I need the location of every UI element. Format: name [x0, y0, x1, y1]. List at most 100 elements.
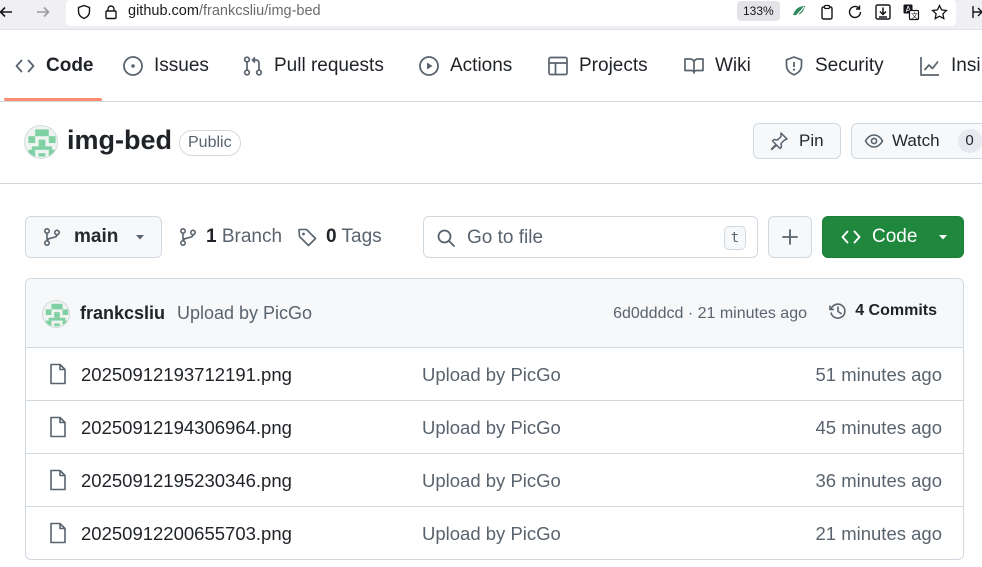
selected-tab-underline: [4, 98, 102, 101]
commit-author[interactable]: frankcsliu: [80, 303, 165, 324]
go-to-file-input[interactable]: Go to file t: [423, 216, 758, 258]
search-icon: [437, 229, 455, 247]
plus-icon: [782, 229, 798, 245]
tab-label: Projects: [579, 55, 648, 76]
add-file-button[interactable]: [768, 216, 812, 258]
code-icon: [15, 59, 35, 73]
file-name[interactable]: 20250912195230346.png: [81, 470, 292, 492]
file-age: 45 minutes ago: [815, 417, 942, 438]
file-icon: [50, 469, 66, 491]
play-icon: [419, 56, 439, 76]
file-commit-message[interactable]: Upload by PicGo: [422, 523, 561, 545]
branch-label: Branch: [221, 226, 283, 247]
browser-toolbar: github.com/frankcsliu/img-bed 133% A文: [0, 0, 982, 30]
pin-icon: [770, 132, 788, 151]
branch-icon: [179, 227, 197, 247]
translate-icon[interactable]: A文: [900, 1, 922, 23]
file-commit-message[interactable]: Upload by PicGo: [422, 364, 561, 386]
lock-icon[interactable]: [100, 1, 122, 23]
extension-icon[interactable]: [788, 1, 810, 23]
bookmark-star-icon[interactable]: [928, 1, 950, 23]
watch-button[interactable]: Watch 0: [851, 123, 982, 159]
branch-name: main: [74, 226, 119, 247]
repo-header: img-bed Public Pin Watch 0: [0, 103, 982, 184]
tab-label: Actions: [450, 55, 513, 76]
tab-insights[interactable]: Insi: [919, 31, 981, 101]
search-placeholder: Go to file: [467, 227, 544, 248]
commit-message[interactable]: Upload by PicGo: [177, 303, 312, 324]
caret-down-icon: [939, 235, 948, 240]
issue-icon: [123, 56, 143, 76]
file-browser: frankcsliu Upload by PicGo 6d0dddcd · 21…: [25, 278, 964, 560]
file-commit-message[interactable]: Upload by PicGo: [422, 417, 561, 439]
file-name[interactable]: 20250912194306964.png: [81, 417, 292, 439]
tab-label: Code: [46, 55, 94, 76]
branches-link[interactable]: 1 Branch: [178, 224, 282, 250]
tag-count: 0: [326, 226, 337, 247]
address-bar[interactable]: github.com/frankcsliu/img-bed 133% A文: [66, 0, 956, 26]
repo-nav: Code Issues Pull requests Actions Projec…: [0, 31, 982, 102]
tag-label: Tags: [341, 226, 382, 247]
shortcut-hint: t: [724, 226, 746, 250]
tab-wiki[interactable]: Wiki: [683, 31, 751, 101]
tab-label: Pull requests: [274, 55, 384, 76]
file-name[interactable]: 20250912193712191.png: [81, 364, 292, 386]
file-commit-message[interactable]: Upload by PicGo: [422, 470, 561, 492]
branch-selector[interactable]: main: [25, 216, 162, 258]
file-row[interactable]: 20250912193712191.png Upload by PicGo 51…: [26, 348, 963, 401]
url-text[interactable]: github.com/frankcsliu/img-bed: [128, 3, 321, 19]
tab-code[interactable]: Code: [14, 31, 94, 101]
table-icon: [548, 56, 568, 76]
latest-commit-row: frankcsliu Upload by PicGo 6d0dddcd · 21…: [26, 279, 963, 348]
history-icon: [829, 303, 846, 319]
file-age: 36 minutes ago: [815, 470, 942, 491]
zoom-badge[interactable]: 133%: [737, 1, 780, 21]
clipboard-icon[interactable]: [816, 1, 838, 23]
visibility-badge: Public: [179, 130, 241, 156]
file-row[interactable]: 20250912200655703.png Upload by PicGo 21…: [26, 507, 963, 559]
branch-count: 1: [206, 226, 217, 247]
tab-pull-requests[interactable]: Pull requests: [242, 31, 384, 101]
shield-alert-icon: [785, 56, 803, 76]
tab-issues[interactable]: Issues: [122, 31, 209, 101]
shield-icon[interactable]: [73, 1, 95, 23]
tag-icon: [298, 228, 317, 246]
eye-icon: [864, 134, 884, 148]
graph-icon: [920, 57, 939, 76]
repo-name[interactable]: img-bed: [67, 125, 172, 156]
pull-request-icon: [243, 56, 263, 76]
download-icon[interactable]: [872, 1, 894, 23]
tab-actions[interactable]: Actions: [418, 31, 512, 101]
tab-label: Insi: [951, 55, 981, 76]
watch-count: 0: [957, 129, 982, 153]
url-path: /frankcsliu/img-bed: [198, 3, 321, 19]
tab-label: Security: [815, 55, 884, 76]
reload-icon[interactable]: [844, 1, 866, 23]
commits-label: Commits: [868, 302, 937, 319]
pin-button[interactable]: Pin: [753, 123, 841, 159]
tab-projects[interactable]: Projects: [547, 31, 648, 101]
book-icon: [684, 58, 704, 74]
commit-hash-time[interactable]: 6d0dddcd · 21 minutes ago: [613, 305, 807, 323]
avatar[interactable]: [24, 125, 58, 159]
code-icon: [841, 230, 861, 244]
sidebar-toggle-icon[interactable]: [966, 1, 982, 23]
code-button[interactable]: Code: [822, 216, 964, 258]
file-age: 51 minutes ago: [815, 364, 942, 385]
file-row[interactable]: 20250912195230346.png Upload by PicGo 36…: [26, 454, 963, 507]
forward-arrow-icon[interactable]: [33, 2, 53, 22]
file-icon: [50, 363, 66, 385]
file-name[interactable]: 20250912200655703.png: [81, 523, 292, 545]
commit-count: 4: [855, 302, 865, 319]
pin-label: Pin: [799, 131, 824, 150]
commits-history-link[interactable]: 4 Commits: [828, 301, 937, 321]
back-arrow-icon[interactable]: [0, 2, 16, 22]
tags-link[interactable]: 0 Tags: [297, 224, 382, 250]
svg-text:文: 文: [911, 11, 918, 20]
code-button-label: Code: [872, 226, 918, 247]
watch-label: Watch: [892, 131, 940, 150]
avatar[interactable]: [42, 300, 70, 328]
caret-down-icon: [136, 235, 145, 240]
tab-security[interactable]: Security: [783, 31, 884, 101]
file-row[interactable]: 20250912194306964.png Upload by PicGo 45…: [26, 401, 963, 454]
